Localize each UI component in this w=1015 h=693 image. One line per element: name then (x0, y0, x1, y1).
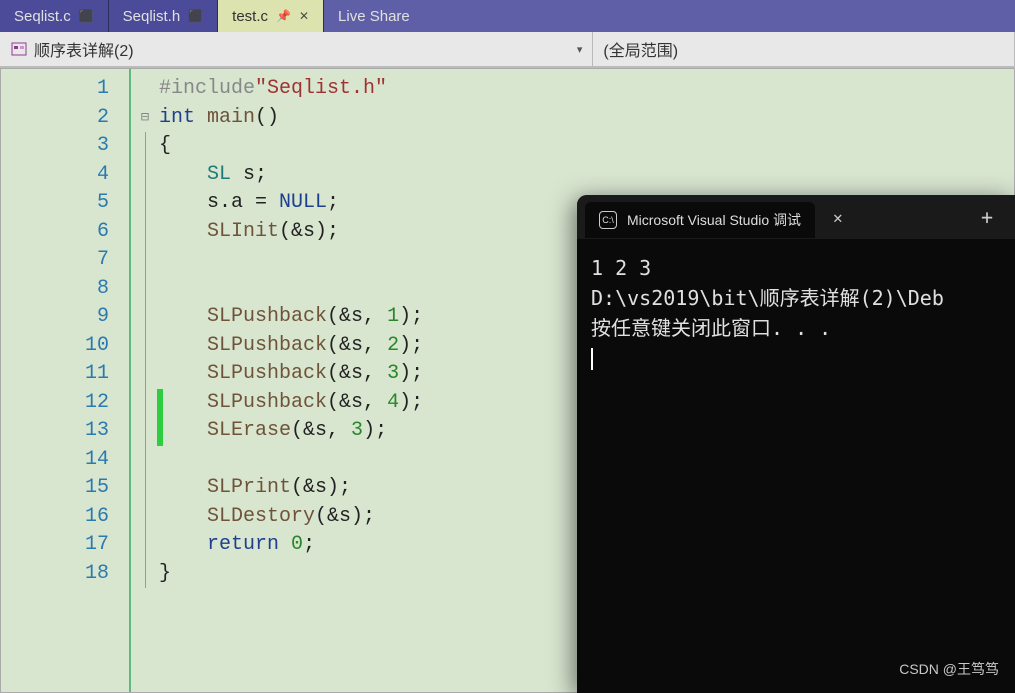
line-number: 9 (1, 303, 129, 332)
line-number: 14 (1, 446, 129, 475)
line-number: 1 (1, 75, 129, 104)
code-line[interactable]: return 0; (159, 531, 423, 560)
line-number: 3 (1, 132, 129, 161)
line-number: 10 (1, 332, 129, 361)
line-number: 8 (1, 275, 129, 304)
tab-seqlist-h[interactable]: Seqlist.h ⬛ (109, 0, 219, 32)
line-number: 13 (1, 417, 129, 446)
pin-icon[interactable]: ⬛ (79, 9, 94, 23)
code-line[interactable] (159, 275, 423, 304)
fold-indicator (131, 360, 159, 389)
code-line[interactable]: int main() (159, 104, 423, 133)
fold-column: ⊟ (131, 69, 159, 692)
code-line[interactable]: SL s; (159, 161, 423, 190)
fold-indicator (131, 218, 159, 247)
fold-indicator (131, 132, 159, 161)
fold-indicator (131, 560, 159, 589)
fold-indicator (131, 75, 159, 104)
fold-indicator (131, 503, 159, 532)
fold-indicator (131, 474, 159, 503)
code-line[interactable]: SLPushback(&s, 3); (159, 360, 423, 389)
scope-label: 顺序表详解(2) (34, 37, 134, 61)
line-number: 18 (1, 560, 129, 589)
code-line[interactable]: { (159, 132, 423, 161)
fold-indicator (131, 189, 159, 218)
terminal-icon: C:\ (599, 211, 617, 229)
terminal-line: D:\vs2019\bit\顺序表详解(2)\Deb (591, 283, 1001, 313)
fold-indicator[interactable]: ⊟ (131, 104, 159, 133)
fold-indicator (131, 275, 159, 304)
line-number: 12 (1, 389, 129, 418)
line-number: 6 (1, 218, 129, 247)
change-indicator (157, 389, 163, 418)
line-number: 4 (1, 161, 129, 190)
code-line[interactable]: s.a = NULL; (159, 189, 423, 218)
fold-indicator (131, 531, 159, 560)
change-indicator (157, 417, 163, 446)
debug-console-window: C:\ Microsoft Visual Studio 调试 ✕ + 1 2 3… (577, 195, 1015, 693)
scope-dropdown-global[interactable]: (全局范围) (593, 32, 1015, 66)
project-icon (10, 40, 28, 58)
watermark: CSDN @王笃笃 (899, 659, 999, 679)
code-line[interactable]: SLPushback(&s, 2); (159, 332, 423, 361)
code-line[interactable]: #include"Seqlist.h" (159, 75, 423, 104)
tab-live-share[interactable]: Live Share (324, 0, 424, 32)
tab-label: test.c (232, 8, 268, 25)
chevron-down-icon: ▾ (577, 43, 583, 56)
pin-icon[interactable]: 📌 (276, 9, 291, 23)
terminal-tab-title: Microsoft Visual Studio 调试 (627, 210, 801, 230)
tab-label: Live Share (338, 8, 410, 25)
close-icon[interactable]: ✕ (825, 208, 851, 227)
new-tab-button[interactable]: + (967, 205, 1007, 229)
fold-indicator (131, 332, 159, 361)
line-number: 5 (1, 189, 129, 218)
code-content[interactable]: #include"Seqlist.h"int main(){ SL s; s.a… (159, 69, 423, 692)
tab-test-c[interactable]: test.c 📌 ✕ (218, 0, 324, 32)
code-line[interactable]: } (159, 560, 423, 589)
code-line[interactable] (159, 446, 423, 475)
fold-indicator (131, 389, 159, 418)
line-number: 11 (1, 360, 129, 389)
line-number: 17 (1, 531, 129, 560)
fold-indicator (131, 446, 159, 475)
code-line[interactable]: SLPrint(&s); (159, 474, 423, 503)
fold-indicator (131, 417, 159, 446)
line-number: 2 (1, 104, 129, 133)
tab-seqlist-c[interactable]: Seqlist.c ⬛ (0, 0, 109, 32)
scope-nav-bar: 顺序表详解(2) ▾ (全局范围) (0, 32, 1015, 68)
code-line[interactable]: SLDestory(&s); (159, 503, 423, 532)
pin-icon[interactable]: ⬛ (188, 9, 203, 23)
code-line[interactable]: SLPushback(&s, 1); (159, 303, 423, 332)
fold-indicator (131, 161, 159, 190)
code-line[interactable]: SLInit(&s); (159, 218, 423, 247)
editor-tab-bar: Seqlist.c ⬛ Seqlist.h ⬛ test.c 📌 ✕ Live … (0, 0, 1015, 32)
tab-label: Seqlist.h (123, 8, 181, 25)
fold-indicator (131, 303, 159, 332)
terminal-line: 1 2 3 (591, 253, 1001, 283)
code-line[interactable] (159, 246, 423, 275)
code-line[interactable]: SLErase(&s, 3); (159, 417, 423, 446)
line-number: 15 (1, 474, 129, 503)
terminal-titlebar[interactable]: C:\ Microsoft Visual Studio 调试 ✕ + (577, 195, 1015, 239)
fold-indicator (131, 246, 159, 275)
terminal-tab[interactable]: C:\ Microsoft Visual Studio 调试 (585, 202, 815, 238)
terminal-output[interactable]: 1 2 3 D:\vs2019\bit\顺序表详解(2)\Deb 按任意键关闭此… (577, 239, 1015, 387)
cursor (591, 348, 593, 370)
line-number-gutter: 123456789101112131415161718 (1, 69, 131, 692)
scope-label: (全局范围) (603, 37, 678, 61)
close-icon[interactable]: ✕ (299, 9, 309, 23)
scope-dropdown-project[interactable]: 顺序表详解(2) ▾ (0, 32, 593, 66)
line-number: 7 (1, 246, 129, 275)
line-number: 16 (1, 503, 129, 532)
tab-label: Seqlist.c (14, 8, 71, 25)
terminal-line: 按任意键关闭此窗口. . . (591, 313, 1001, 343)
code-line[interactable]: SLPushback(&s, 4); (159, 389, 423, 418)
